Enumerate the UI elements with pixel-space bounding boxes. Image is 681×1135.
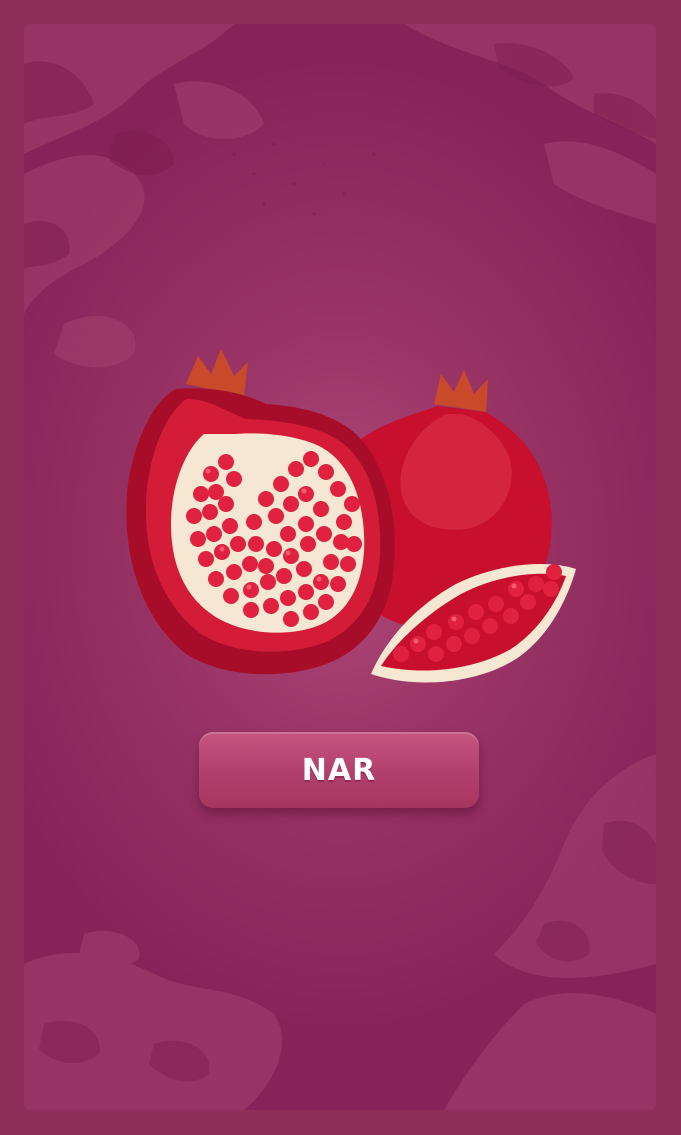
halved-pomegranate — [126, 349, 395, 675]
screen-frame: NAR — [0, 0, 681, 1135]
fruit-card: NAR — [24, 24, 656, 1110]
answer-button[interactable]: NAR — [199, 732, 479, 808]
pomegranate-icon — [126, 349, 576, 683]
answer-label: NAR — [301, 752, 377, 788]
